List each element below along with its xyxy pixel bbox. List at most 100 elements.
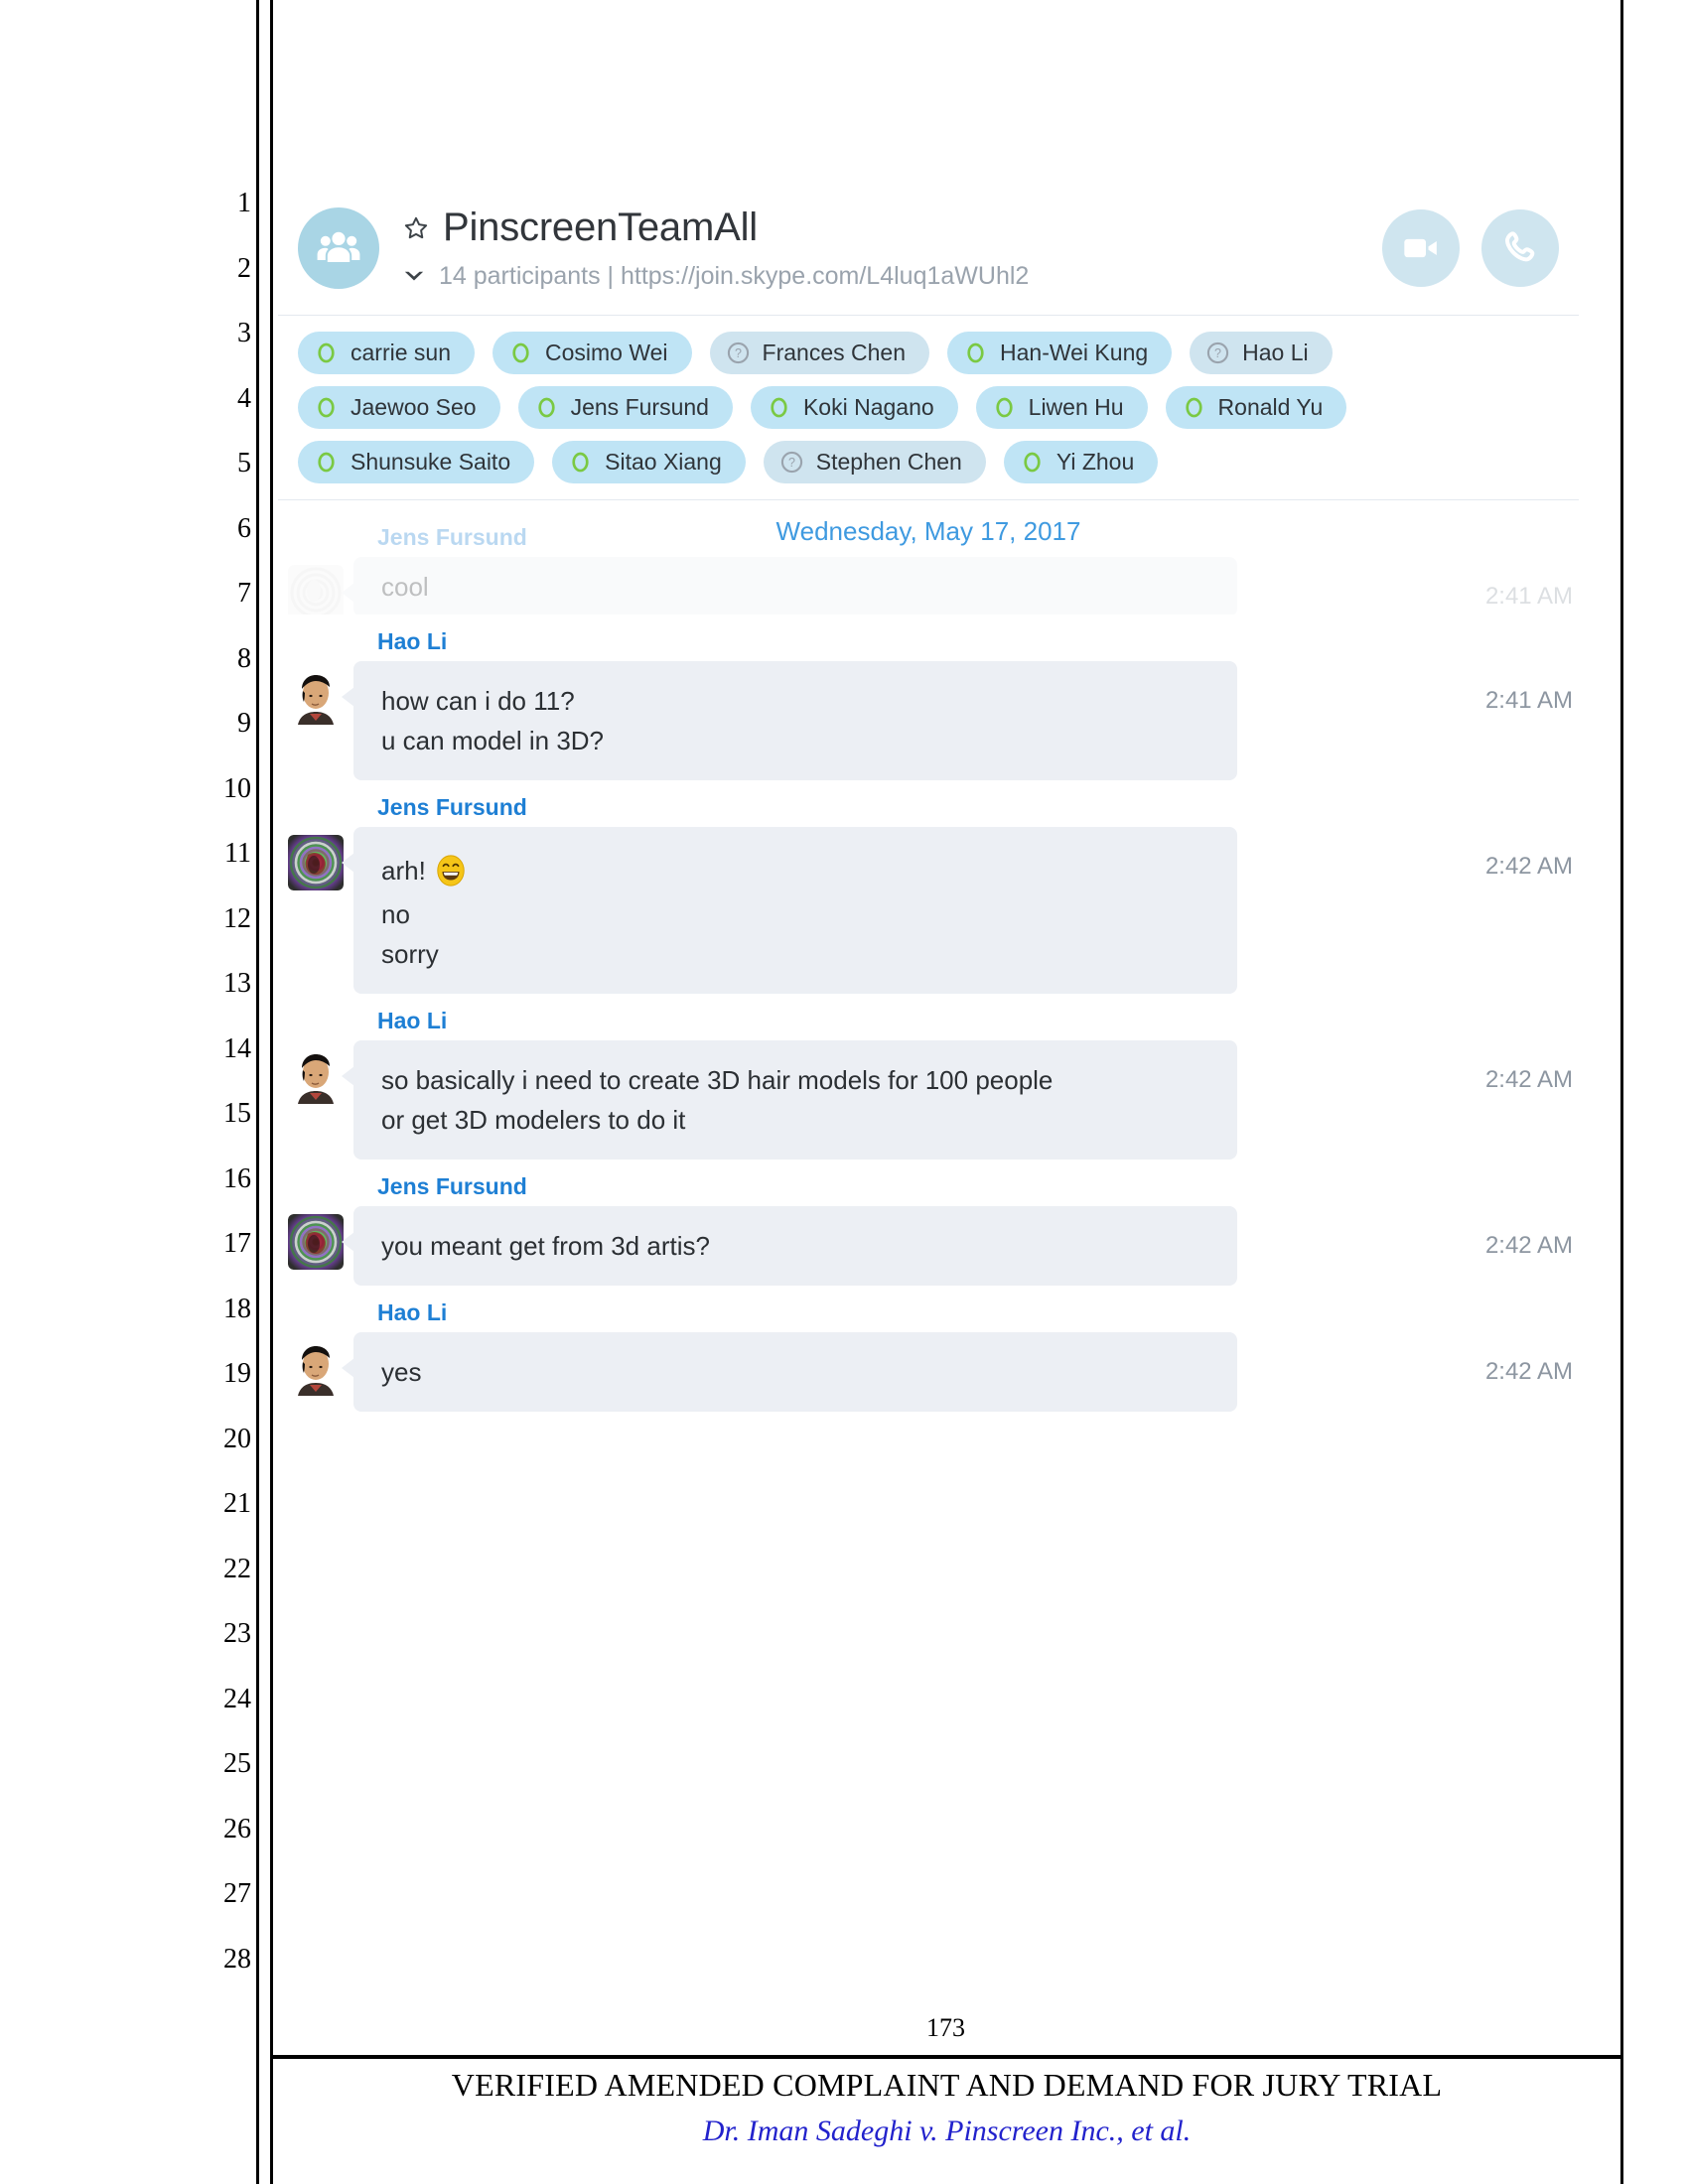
message-row: you meant get from 3d artis? 2:42 AM (288, 1206, 1579, 1286)
line-number: 12 (223, 902, 251, 934)
chat-header: PinscreenTeamAll 14 participants | https… (278, 184, 1579, 316)
message-bubble: you meant get from 3d artis? (342, 1206, 1237, 1286)
phone-call-icon[interactable] (1481, 209, 1559, 287)
status-online-icon (1182, 395, 1206, 420)
participants-row: carrie sun Cosimo Wei ? Frances Chen Han-Wei… (298, 332, 1559, 374)
message-timestamp: 2:42 AM (1484, 1232, 1573, 1259)
line-number: 7 (237, 578, 251, 609)
message-text: you meant get from 3d artis? (381, 1231, 710, 1261)
participant-chip[interactable]: Ronald Yu (1165, 386, 1347, 429)
message-text: how can i do 11? (381, 686, 575, 716)
chat-header-actions (1382, 209, 1559, 287)
line-number: 6 (237, 512, 251, 544)
message-bubble: yes (342, 1332, 1237, 1412)
message-line: u can model in 3D? (381, 721, 1209, 760)
line-number: 16 (223, 1162, 251, 1194)
message-bubble: arh! no sorry (342, 827, 1237, 994)
participant-name: Stephen Chen (815, 449, 962, 475)
message-timestamp: 2:42 AM (1484, 1066, 1573, 1093)
chevron-down-icon[interactable] (403, 269, 425, 285)
line-number: 4 (237, 382, 251, 414)
status-online-icon (568, 450, 593, 475)
participant-chip[interactable]: Cosimo Wei (492, 332, 692, 374)
line-number: 23 (223, 1618, 251, 1649)
hao-li-avatar[interactable] (288, 1340, 344, 1396)
line-number: 9 (237, 708, 251, 739)
chat-header-text: PinscreenTeamAll 14 participants | https… (403, 205, 1364, 291)
svg-text:?: ? (788, 456, 795, 470)
message-bubble-wrap: you meant get from 3d artis? 2:42 AM (342, 1206, 1579, 1286)
message-line: sorry (381, 934, 1209, 974)
participant-name: Sitao Xiang (605, 449, 722, 475)
participant-chip[interactable]: Jaewoo Seo (298, 386, 500, 429)
message-bubble-wrap: how can i do 11? u can model in 3D? 2:41 A… (342, 661, 1579, 780)
line-number: 1 (237, 188, 251, 218)
spiral-avatar (288, 565, 344, 614)
message-groups: Hao Li how can i do 11? u can model in 3D?… (278, 628, 1579, 1412)
participant-name: Hao Li (1242, 340, 1309, 365)
message-line: you meant get from 3d artis? (381, 1226, 1209, 1266)
participant-chip[interactable]: Jens Fursund (517, 386, 733, 429)
participant-name: Jens Fursund (570, 394, 709, 420)
message-text: u can model in 3D? (381, 726, 605, 755)
status-online-icon (1020, 450, 1045, 475)
line-number: 21 (223, 1488, 251, 1519)
message-group: Jens Fursund arh! no sorry 2:42 AM (278, 794, 1579, 994)
pleading-rule-right (1620, 0, 1623, 2184)
sender-name: Hao Li (377, 1299, 448, 1325)
message-row: how can i do 11? u can model in 3D? 2:41 A… (288, 661, 1579, 780)
message-timestamp: 2:42 AM (1484, 1358, 1573, 1385)
participant-chip[interactable]: Shunsuke Saito (298, 441, 535, 483)
line-number: 11 (224, 838, 251, 869)
message-line: how can i do 11? (381, 681, 1209, 721)
participant-chip[interactable]: Han-Wei Kung (947, 332, 1173, 374)
message-bubble: so basically i need to create 3D hair mo… (342, 1040, 1237, 1160)
message-row: cool 2:41 AM (288, 557, 1579, 614)
participant-chip[interactable]: ? Hao Li (1190, 332, 1333, 374)
participant-chip[interactable]: Yi Zhou (1003, 441, 1159, 483)
message-group: Hao Li how can i do 11? u can model in 3D?… (278, 628, 1579, 780)
participant-name: Ronald Yu (1217, 394, 1324, 420)
people-group-icon (298, 207, 379, 289)
line-number: 24 (223, 1683, 251, 1714)
message-text: yes (381, 1357, 422, 1387)
footer-case-caption: Dr. Iman Sadeghi v. Pinscreen Inc., et a… (702, 2115, 1192, 2147)
line-number: 2 (237, 252, 251, 284)
message-list: Wednesday, May 17, 2017 Jens Fursund coo… (278, 500, 1579, 1412)
participant-name: Koki Nagano (802, 394, 934, 420)
status-unknown-icon: ? (779, 450, 804, 475)
participant-chip[interactable]: Liwen Hu (975, 386, 1148, 429)
message-group: Hao Li so basically i need to create 3D h… (278, 1008, 1579, 1160)
sender-name: Jens Fursund (377, 794, 527, 820)
line-number: 20 (223, 1423, 251, 1454)
status-online-icon (314, 395, 339, 420)
participant-chip[interactable]: ? Stephen Chen (763, 441, 986, 483)
line-number: 15 (223, 1098, 251, 1129)
message-text: arh! (381, 856, 426, 886)
participant-chip[interactable]: Koki Nagano (750, 386, 958, 429)
message-text: so basically i need to create 3D hair mo… (381, 1065, 1054, 1095)
spiral-avatar[interactable] (288, 835, 344, 890)
message-line: so basically i need to create 3D hair mo… (381, 1060, 1209, 1100)
hao-li-avatar[interactable] (288, 669, 344, 725)
participant-name: Frances Chen (762, 340, 906, 365)
participant-name: Liwen Hu (1028, 394, 1124, 420)
video-call-icon[interactable] (1382, 209, 1460, 287)
status-online-icon (534, 395, 559, 420)
participants-row: Shunsuke Saito Sitao Xiang? Stephen Chen Yi… (298, 441, 1559, 483)
status-online-icon (314, 450, 339, 475)
spiral-avatar[interactable] (288, 1214, 344, 1270)
message-line: no (381, 894, 1209, 934)
participant-chip[interactable]: Sitao Xiang (552, 441, 746, 483)
message-row: so basically i need to create 3D hair mo… (288, 1040, 1579, 1160)
line-number: 28 (223, 1943, 251, 1975)
line-number: 8 (237, 642, 251, 674)
line-number: 27 (223, 1878, 251, 1909)
participant-chip[interactable]: ? Frances Chen (709, 332, 929, 374)
hao-li-avatar[interactable] (288, 1048, 344, 1104)
status-online-icon (767, 395, 791, 420)
status-online-icon (314, 341, 339, 365)
participant-chip[interactable]: carrie sun (298, 332, 475, 374)
message-timestamp: 2:41 AM (1484, 687, 1573, 714)
star-icon[interactable] (403, 215, 429, 241)
